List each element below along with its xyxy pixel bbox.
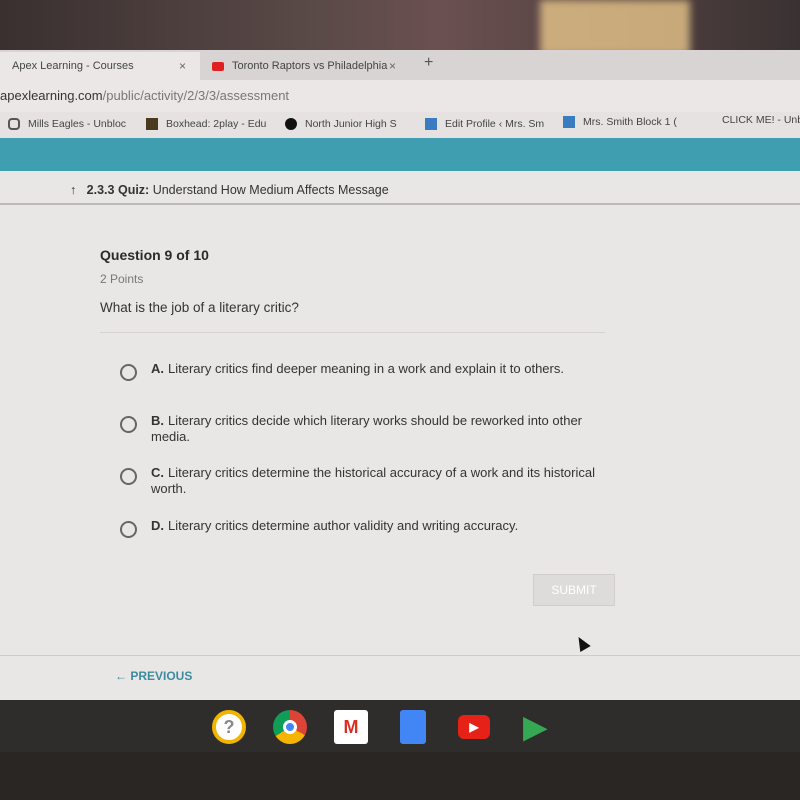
tab-bar: Apex Learning - Courses × Toronto Raptors… — [0, 50, 800, 80]
quiz-content: ↑ 2.3.3 Quiz: Understand How Medium Affe… — [0, 171, 800, 701]
question-text: What is the job of a literary critic? — [100, 300, 299, 315]
quiz-type: Quiz: — [117, 183, 150, 197]
submit-button[interactable]: SUBMIT — [533, 574, 615, 606]
url-path: /public/activity/2/3/3/assessment — [102, 88, 290, 103]
docs-icon[interactable] — [400, 710, 426, 744]
bookmark-label: Mrs. Smith Block 1 ( — [583, 116, 677, 128]
quiz-title: Understand How Medium Affects Message — [152, 183, 389, 197]
option-letter: D. — [151, 518, 164, 533]
bookmark-label: Boxhead: 2play - Edu — [166, 118, 267, 130]
close-icon[interactable]: × — [179, 59, 186, 73]
divider — [0, 203, 800, 205]
help-icon[interactable]: ? — [212, 710, 246, 744]
tab-label: Apex Learning - Courses — [12, 60, 134, 72]
school-logo-icon — [285, 118, 297, 130]
bookmark-north[interactable]: North Junior High S — [285, 118, 397, 130]
option-text: Literary critics decide which literary w… — [151, 413, 583, 444]
bookmarks-bar: Mills Eagles - Unbloc Boxhead: 2play - E… — [0, 112, 800, 138]
gamepad-icon — [8, 118, 20, 130]
divider — [0, 655, 800, 656]
option-letter: B. — [151, 413, 164, 428]
question-points: 2 Points — [100, 272, 144, 286]
option-text: Literary critics determine the historica… — [151, 465, 595, 496]
bookmark-boxhead[interactable]: Boxhead: 2play - Edu — [146, 118, 266, 130]
tab-label: Toronto Raptors vs Philadelphia — [232, 60, 388, 72]
chrome-icon[interactable] — [273, 710, 307, 744]
breadcrumb[interactable]: ↑ 2.3.3 Quiz: Understand How Medium Affe… — [70, 183, 389, 197]
play-store-icon[interactable]: ▶ — [518, 710, 552, 744]
previous-button[interactable]: ← PREVIOUS — [115, 669, 192, 683]
url-domain: apexlearning.com — [0, 88, 103, 103]
boxhead-icon — [146, 118, 158, 130]
radio-button[interactable] — [120, 521, 137, 538]
divider — [100, 332, 605, 333]
radio-button[interactable] — [120, 416, 137, 433]
up-arrow-icon: ↑ — [70, 183, 87, 197]
bookmark-label: Edit Profile ‹ Mrs. Sm — [445, 118, 545, 130]
option-letter: A. — [151, 361, 164, 376]
question-heading: Question 9 of 10 — [100, 247, 209, 263]
bookmark-edit-profile[interactable]: Edit Profile ‹ Mrs. Sm — [425, 118, 544, 130]
option-d[interactable]: D. Literary critics determine author vali… — [120, 518, 610, 538]
site-header — [0, 138, 800, 171]
gmail-icon[interactable]: M — [334, 710, 368, 744]
youtube-icon[interactable]: ▶ — [458, 715, 490, 739]
tab-apex[interactable]: Apex Learning - Courses × — [0, 52, 200, 80]
k-icon — [425, 118, 437, 130]
quiz-number: 2.3.3 — [86, 183, 115, 197]
address-bar[interactable]: apexlearning.com/public/activity/2/3/3/a… — [0, 80, 800, 112]
photo-background — [0, 0, 800, 55]
radio-button[interactable] — [120, 468, 137, 485]
taskbar: ? M ▶ ▶ — [0, 700, 800, 752]
tab-raptors[interactable]: Toronto Raptors vs Philadelphia × — [200, 52, 410, 80]
bookmark-label: North Junior High S — [305, 118, 397, 130]
option-b[interactable]: B. Literary critics decide which literary… — [120, 413, 610, 445]
option-letter: C. — [151, 465, 164, 480]
bookmark-label: Mills Eagles - Unbloc — [28, 118, 127, 130]
option-a[interactable]: A. Literary critics find deeper meaning i… — [120, 361, 610, 381]
radio-button[interactable] — [120, 364, 137, 381]
bookmark-mills[interactable]: Mills Eagles - Unbloc — [8, 118, 126, 130]
new-tab-button[interactable]: + — [424, 54, 433, 72]
option-c[interactable]: C. Literary critics determine the histori… — [120, 465, 610, 497]
close-icon[interactable]: × — [389, 59, 396, 73]
option-text: Literary critics find deeper meaning in … — [168, 361, 564, 376]
bookmark-click-me[interactable]: CLICK ME! - Unb — [722, 114, 800, 126]
k-icon — [563, 116, 575, 128]
light-glare — [540, 0, 690, 55]
youtube-icon — [212, 61, 224, 71]
option-text: Literary critics determine author validi… — [168, 518, 519, 533]
bookmark-smith[interactable]: Mrs. Smith Block 1 ( — [563, 116, 677, 128]
bookmark-label: CLICK ME! - Unb — [722, 114, 800, 126]
